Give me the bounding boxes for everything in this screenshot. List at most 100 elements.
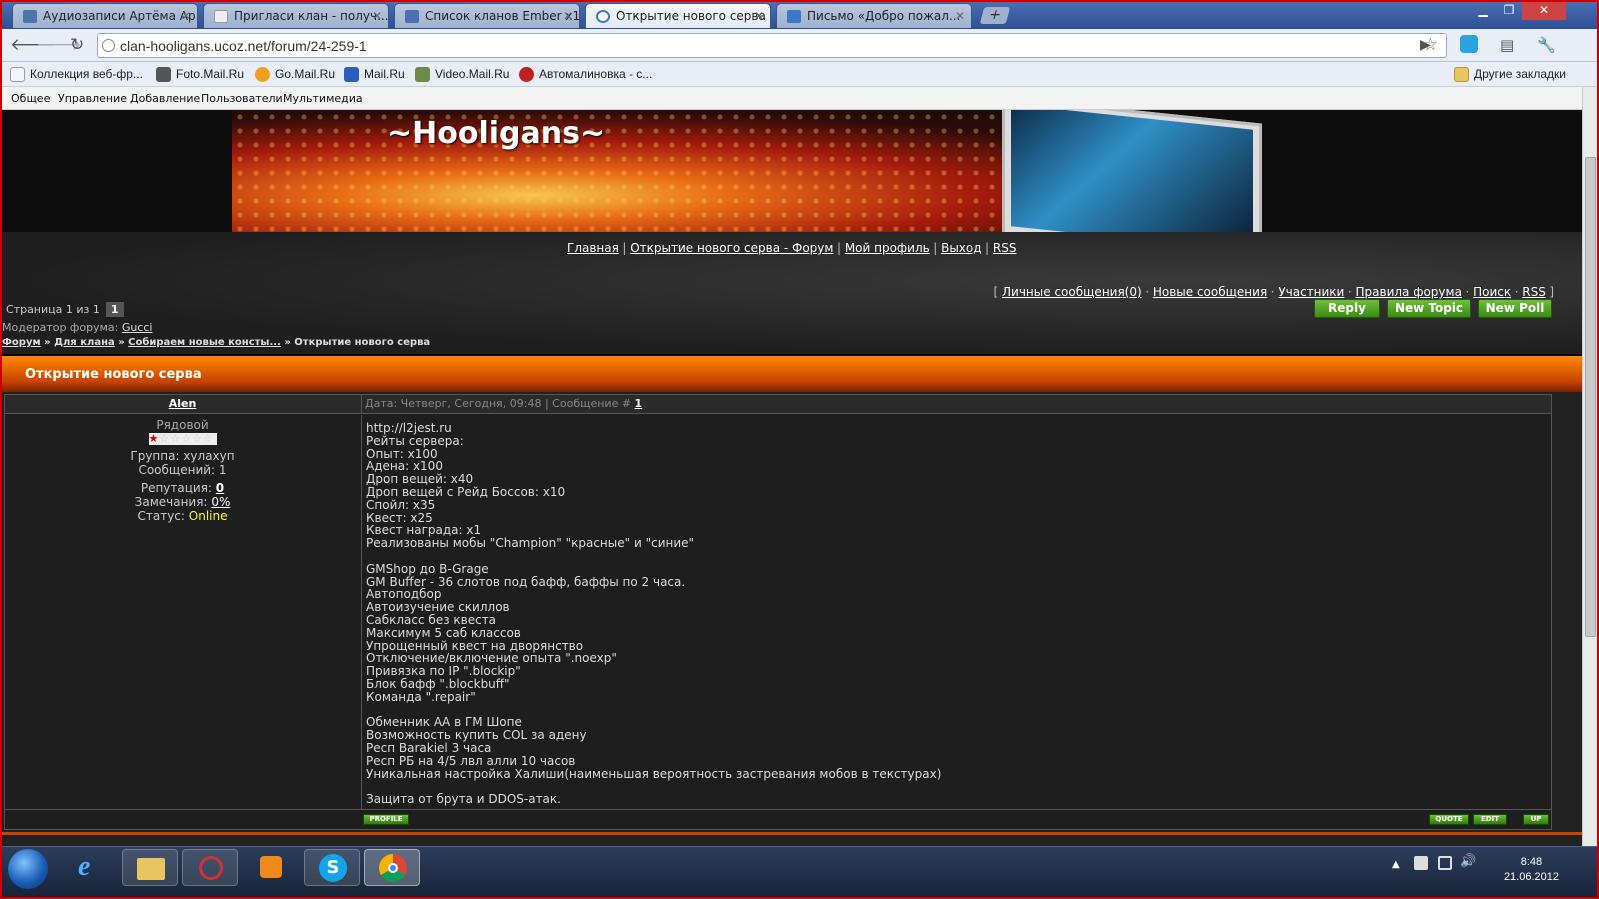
window-close-button[interactable]: ✕ xyxy=(1522,2,1566,20)
bookmark-item[interactable]: Foto.Mail.Ru xyxy=(156,67,244,82)
warnings-link[interactable]: 0% xyxy=(211,495,230,509)
start-orb-icon[interactable] xyxy=(8,849,48,889)
camera-icon xyxy=(156,67,171,82)
footer-divider xyxy=(2,832,1582,835)
post: Alen Дата: Четверг, Сегодня, 09:48 | Соо… xyxy=(4,394,1552,830)
wrench-icon[interactable]: 🔧 xyxy=(1537,36,1556,54)
close-icon[interactable]: ✕ xyxy=(563,9,573,23)
nav-logout[interactable]: Выход xyxy=(941,241,981,255)
breadcrumb-forum[interactable]: Форум xyxy=(2,337,41,348)
ucoz-menu-multimedia[interactable]: Мультимедиа xyxy=(283,92,363,105)
tab-clan-list[interactable]: Список кланов Ember x1... ✕ xyxy=(394,3,580,28)
explorer-icon[interactable] xyxy=(122,849,178,886)
ucoz-menu-users[interactable]: Пользователи xyxy=(201,92,283,105)
volume-icon[interactable]: 🔊 xyxy=(1460,854,1476,869)
tab-mail[interactable]: Письмо «Добро пожал... ✕ xyxy=(776,3,972,28)
forum-private-messages[interactable]: Личные сообщения(0) xyxy=(1002,285,1142,299)
tray-expand-icon[interactable]: ▲ xyxy=(1392,859,1400,870)
nav-forum[interactable]: Открытие нового серва - Форум xyxy=(630,241,833,255)
forum-rss[interactable]: RSS xyxy=(1522,285,1546,299)
nav-rss[interactable]: RSS xyxy=(993,241,1017,255)
skype-extension-icon[interactable] xyxy=(1460,35,1478,53)
tab-invite-clan[interactable]: Пригласи клан - получ... ✕ xyxy=(203,3,389,28)
post-line: GM Buffer - 36 слотов под бафф, баффы по… xyxy=(366,574,686,589)
tab-strip: Аудиозаписи Артёма Ар... ✕ Пригласи клан… xyxy=(2,2,1597,29)
other-bookmarks[interactable]: Другие закладки xyxy=(1454,67,1566,82)
maximize-button[interactable]: ❐ xyxy=(1496,2,1522,20)
mail-icon xyxy=(787,10,801,23)
forum-search[interactable]: Поиск xyxy=(1473,285,1511,299)
post-line: Блок бафф ".blockbuff" xyxy=(366,676,510,691)
post-number-link[interactable]: 1 xyxy=(635,397,643,410)
new-poll-button[interactable]: New Poll xyxy=(1478,299,1552,318)
chrome-icon[interactable] xyxy=(364,849,420,886)
page-scrollbar[interactable] xyxy=(1582,87,1597,846)
forum-rules[interactable]: Правила форума xyxy=(1356,285,1462,299)
ucoz-menu-add[interactable]: Добавление xyxy=(130,92,200,105)
forum-members[interactable]: Участники xyxy=(1278,285,1344,299)
breadcrumb-clan[interactable]: Для клана xyxy=(54,337,115,348)
user-reputation: Репутация: 0 xyxy=(140,481,225,495)
breadcrumb-current: Открытие нового серва xyxy=(294,337,431,348)
page-number[interactable]: 1 xyxy=(105,302,124,317)
network-icon[interactable] xyxy=(1438,856,1452,870)
post-line xyxy=(366,550,1551,563)
address-bar[interactable]: clan-hooligans.ucoz.net/forum/24-259-1 ☆ xyxy=(97,33,1447,58)
close-icon[interactable]: ✕ xyxy=(955,9,965,23)
page-menu-icon[interactable]: ▤ xyxy=(1500,36,1514,54)
banner-pattern xyxy=(232,110,1012,232)
bookmark-item[interactable]: Коллекция веб-фр... xyxy=(10,67,143,82)
skype-icon[interactable]: S xyxy=(304,849,360,886)
edit-button[interactable]: EDIT xyxy=(1473,814,1507,825)
post-line: Дроп вещей с Рейд Боссов: x10 xyxy=(366,484,566,499)
bookmark-item[interactable]: Go.Mail.Ru xyxy=(255,67,335,82)
tray-flag-icon[interactable] xyxy=(1414,856,1428,870)
moderator-link[interactable]: Gucci xyxy=(122,321,153,334)
media-player-icon[interactable] xyxy=(242,849,298,886)
scrollbar-thumb[interactable] xyxy=(1585,157,1596,637)
post-line: Возможность купить COL за адену xyxy=(366,728,587,743)
forum-new-messages[interactable]: Новые сообщения xyxy=(1153,285,1267,299)
ie-icon[interactable]: e xyxy=(62,849,118,886)
user-group: Группа: хулахуп xyxy=(130,449,235,463)
user-message-count: Сообщений: 1 xyxy=(138,463,227,477)
reputation-link[interactable]: 0 xyxy=(216,481,224,495)
post-author: Alen xyxy=(5,395,360,414)
new-tab-button[interactable]: + xyxy=(979,7,1011,24)
close-icon[interactable]: ✕ xyxy=(754,9,764,23)
nav-home[interactable]: Главная xyxy=(567,241,619,255)
site-header: ~Hooligans~ xyxy=(2,110,1582,272)
post-line: Респ Barakiel 3 часа xyxy=(366,740,492,755)
mailru-icon xyxy=(344,67,359,82)
post-line: Рейты сервера: xyxy=(366,433,464,448)
up-button[interactable]: UP xyxy=(1523,814,1549,825)
bookmark-item[interactable]: Mail.Ru xyxy=(344,67,405,82)
minimize-button[interactable]: ▁ xyxy=(1470,2,1496,20)
ucoz-menu-general[interactable]: Общее xyxy=(11,92,50,105)
post-header: Alen Дата: Четверг, Сегодня, 09:48 | Соо… xyxy=(5,395,1551,414)
ucoz-menu-manage[interactable]: Управление xyxy=(58,92,127,105)
profile-button[interactable]: PROFILE xyxy=(363,814,409,825)
author-link[interactable]: Alen xyxy=(169,397,197,410)
quote-button[interactable]: QUOTE xyxy=(1429,814,1469,825)
snipping-icon[interactable] xyxy=(182,849,238,886)
nav-profile[interactable]: Мой профиль xyxy=(845,241,930,255)
post-line[interactable]: http://l2jest.ru xyxy=(366,422,1551,435)
play-icon[interactable]: ▶ xyxy=(1420,37,1431,53)
bookmark-item[interactable]: Автомалиновка - с... xyxy=(519,67,652,82)
ucoz-admin-bar: Общее Управление Добавление Пользователи… xyxy=(2,87,1582,110)
tab-new-server[interactable]: Открытие нового серва ... ✕ xyxy=(585,3,771,28)
close-icon[interactable]: ✕ xyxy=(181,9,191,23)
tab-audio[interactable]: Аудиозаписи Артёма Ар... ✕ xyxy=(12,3,198,28)
system-clock[interactable]: 8:48 21.06.2012 xyxy=(1504,855,1559,885)
page-info-icon[interactable] xyxy=(102,39,115,52)
ucoz-icon xyxy=(596,10,610,23)
breadcrumb-section[interactable]: Собираем новые консты... xyxy=(128,337,281,348)
new-topic-button[interactable]: New Topic xyxy=(1387,299,1471,318)
star-icon: ★ xyxy=(148,432,160,445)
reply-button[interactable]: Reply xyxy=(1314,299,1380,318)
close-icon[interactable]: ✕ xyxy=(372,9,382,23)
reload-icon[interactable]: ↻ xyxy=(70,35,84,55)
browser-window: Аудиозаписи Артёма Ар... ✕ Пригласи клан… xyxy=(0,0,1599,899)
bookmark-item[interactable]: Video.Mail.Ru xyxy=(415,67,509,82)
